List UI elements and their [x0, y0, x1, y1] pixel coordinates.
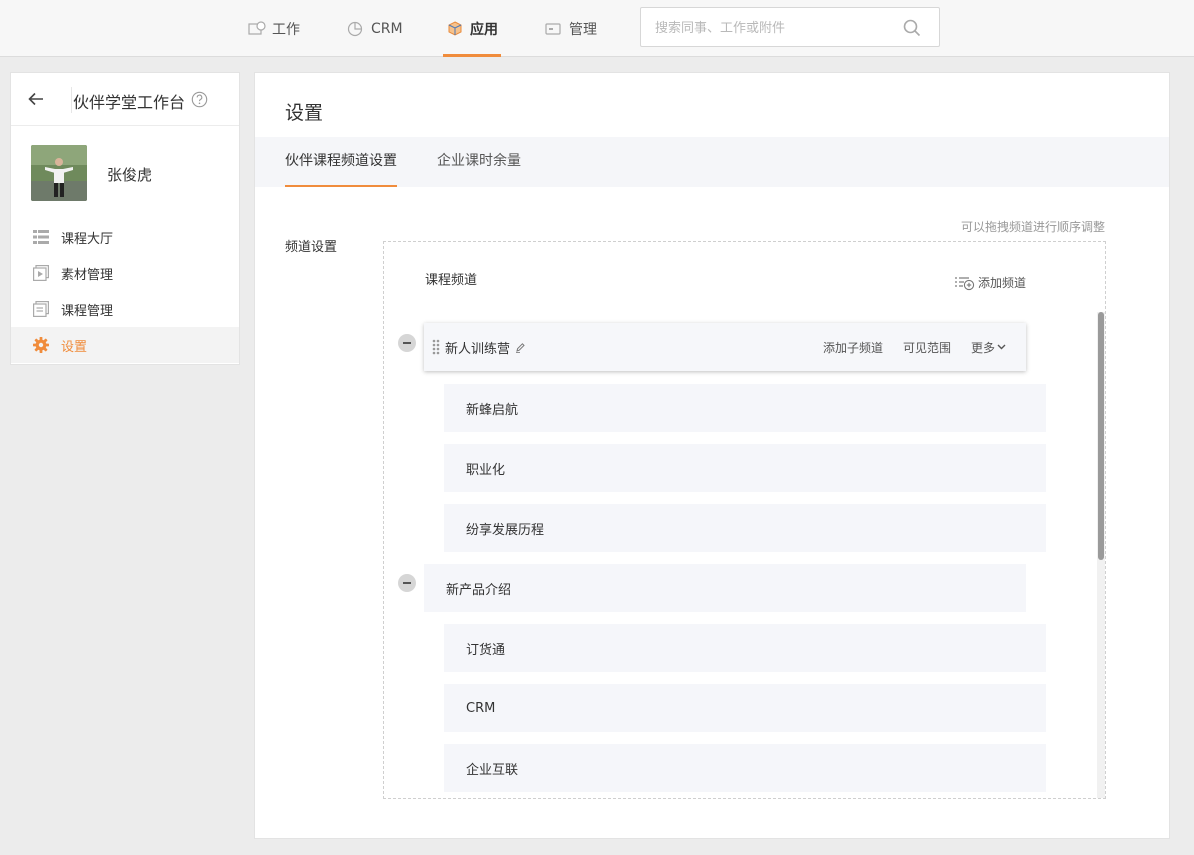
subchannel-name: 新蜂启航	[466, 402, 519, 418]
channel-settings-label: 频道设置	[285, 240, 338, 255]
subchannel-row[interactable]: CRM	[444, 684, 1046, 732]
channel-group-name: 新产品介绍	[446, 582, 512, 598]
drag-handle-icon[interactable]	[432, 339, 440, 355]
collapse-group-toggle[interactable]	[398, 574, 416, 592]
header-divider	[71, 87, 72, 113]
nav-item-work[interactable]: 工作	[248, 0, 300, 57]
sidebar-item-label: 课程管理	[61, 303, 114, 319]
sidebar-item-label: 课程大厅	[61, 231, 114, 247]
search-box	[640, 7, 940, 47]
page-title: 设置	[285, 102, 324, 124]
nav-label-admin: 管理	[569, 21, 597, 38]
nav-item-apps[interactable]: 应用	[443, 0, 501, 57]
course-channel-title: 课程频道	[425, 273, 478, 288]
channel-group-row[interactable]: 新人训练营 添加子频道 可见范围 更多	[424, 323, 1026, 371]
add-subchannel-link[interactable]: 添加子频道	[823, 339, 883, 356]
sidebar-item-label: 素材管理	[61, 267, 114, 283]
sidebar-item-course-management[interactable]: 课程管理	[11, 291, 239, 327]
add-channel-button[interactable]: 添加频道	[955, 274, 1026, 291]
nav-label-crm: CRM	[371, 20, 403, 37]
course-icon	[33, 301, 49, 317]
edit-pencil-icon[interactable]	[515, 342, 525, 353]
list-icon	[33, 230, 49, 244]
tab-partner-course-channel-settings[interactable]: 伙伴课程频道设置	[285, 137, 397, 187]
tab-bar: 伙伴课程频道设置 企业课时余量	[255, 137, 1169, 187]
channel-group-name: 新人训练营	[445, 341, 511, 357]
nav-item-admin[interactable]: 管理	[545, 0, 597, 57]
minus-icon	[403, 582, 411, 584]
channel-settings-box: 课程频道 添加频道 新人训练营 添加子频道 可见范围 更多 新蜂启航 职业化 纷…	[383, 241, 1106, 799]
scrollbar-thumb[interactable]	[1098, 312, 1104, 560]
nav-item-crm[interactable]: CRM	[347, 0, 403, 57]
work-icon	[248, 20, 266, 35]
search-input[interactable]	[655, 17, 895, 39]
visibility-scope-link[interactable]: 可见范围	[903, 339, 951, 356]
subchannel-row[interactable]: 纷享发展历程	[444, 504, 1046, 552]
nav-label-work: 工作	[272, 21, 300, 38]
tab-enterprise-course-hours[interactable]: 企业课时余量	[437, 137, 521, 187]
more-label: 更多	[970, 340, 995, 355]
main-panel: 设置 伙伴课程频道设置 企业课时余量 可以拖拽频道进行顺序调整 频道设置 课程频…	[254, 72, 1170, 839]
more-dropdown[interactable]: 更多	[971, 339, 1006, 356]
add-channel-label: 添加频道	[978, 276, 1027, 290]
sidebar-item-label: 设置	[61, 339, 88, 355]
sidebar-header: 伙伴学堂工作台	[11, 73, 239, 126]
sidebar-item-course-hall[interactable]: 课程大厅	[11, 219, 239, 255]
nav-label-apps: 应用	[470, 21, 498, 38]
media-icon	[33, 265, 49, 281]
admin-icon	[545, 22, 561, 35]
channel-group-row[interactable]: 新产品介绍	[424, 564, 1026, 612]
user-name: 张俊虎	[107, 166, 153, 184]
add-list-icon	[955, 276, 975, 290]
subchannel-name: 职业化	[466, 462, 506, 478]
subchannel-row[interactable]: 订货通	[444, 624, 1046, 672]
workspace-title: 伙伴学堂工作台	[73, 93, 186, 112]
subchannel-row[interactable]: 企业互联	[444, 744, 1046, 792]
sidebar-item-settings[interactable]: 设置	[11, 327, 239, 363]
gear-icon	[33, 337, 49, 353]
sidebar-item-materials[interactable]: 素材管理	[11, 255, 239, 291]
subchannel-name: CRM	[466, 700, 496, 716]
sidebar: 伙伴学堂工作台 张俊虎 课程大厅 素材管理 课程管理 设置	[10, 72, 240, 365]
collapse-group-toggle[interactable]	[398, 334, 416, 352]
subchannel-name: 订货通	[466, 642, 506, 658]
search-icon[interactable]	[903, 19, 921, 37]
subchannel-name: 纷享发展历程	[466, 522, 545, 538]
subchannel-name: 企业互联	[466, 762, 519, 778]
drag-hint: 可以拖拽频道进行顺序调整	[960, 220, 1105, 234]
avatar[interactable]	[31, 145, 87, 201]
back-arrow-icon[interactable]	[27, 90, 45, 108]
subchannel-row[interactable]: 职业化	[444, 444, 1046, 492]
chevron-down-icon	[997, 344, 1006, 350]
minus-icon	[403, 342, 411, 344]
top-navigation-bar: 工作 CRM 应用 管理	[0, 0, 1194, 57]
crm-icon	[347, 21, 363, 36]
help-icon[interactable]	[191, 91, 208, 108]
app-box-icon	[448, 20, 462, 36]
channel-actions: 添加子频道 可见范围 更多	[823, 323, 1006, 371]
subchannel-row[interactable]: 新蜂启航	[444, 384, 1046, 432]
scrollbar[interactable]	[1097, 312, 1105, 798]
